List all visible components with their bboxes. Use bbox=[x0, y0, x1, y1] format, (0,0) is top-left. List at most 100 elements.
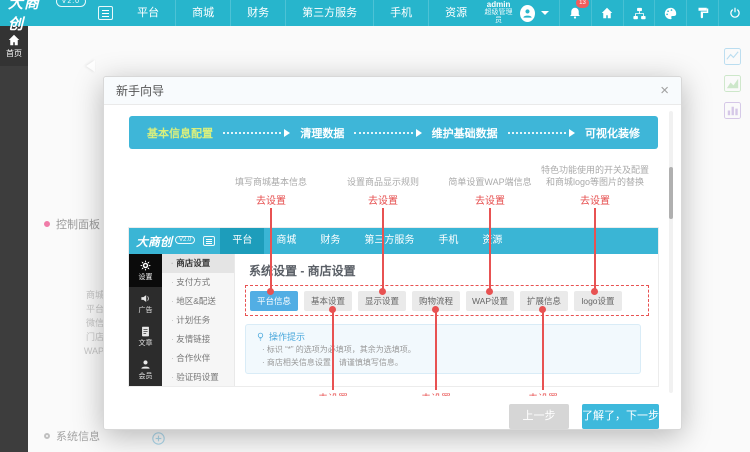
app-logo-text: 大商创 bbox=[8, 0, 46, 34]
system-info-title: 系统信息 bbox=[56, 428, 100, 444]
goto-settings-link[interactable]: 去设置 bbox=[475, 192, 505, 207]
mini-icon-nav: 设置 广告 文章 会员 bbox=[129, 254, 162, 386]
mini-nav-label: 会员 bbox=[139, 371, 153, 381]
chevron-down-icon[interactable] bbox=[541, 11, 549, 15]
user-role: 超级管理员 bbox=[483, 9, 514, 25]
mini-menu-mobile: 手机 bbox=[426, 228, 470, 254]
menu-item-mall[interactable]: 商城 bbox=[175, 0, 230, 26]
mini-nav-members: 会员 bbox=[129, 353, 162, 386]
tip-title: 操作提示 bbox=[269, 330, 305, 343]
paint-brush-icon bbox=[697, 7, 709, 19]
faint-item: 微信 bbox=[56, 316, 104, 330]
newbie-wizard-modal: 新手向导 × 基本信息配置 清理数据 维护基础数据 可视化装修 填写商城基本信息… bbox=[103, 76, 682, 430]
background-chart-icons bbox=[724, 48, 741, 119]
add-widget-button bbox=[152, 432, 165, 450]
mini-menu-toggle-icon bbox=[203, 236, 215, 246]
mini-side-item: 商店设置 bbox=[162, 254, 234, 273]
logout-button[interactable] bbox=[718, 0, 750, 26]
mini-page-title: 系统设置 - 商店设置 bbox=[249, 262, 356, 279]
theme-button[interactable] bbox=[654, 0, 686, 26]
home-button[interactable] bbox=[591, 0, 623, 26]
document-icon bbox=[140, 326, 151, 337]
step-clean-data: 清理数据 bbox=[300, 125, 344, 141]
main-topbar: 大商创 ® V2.0 平台 商城 财务 第三方服务 手机 资源 admin 超级… bbox=[0, 0, 750, 26]
power-icon bbox=[729, 7, 741, 19]
speaker-icon bbox=[140, 293, 151, 304]
panel-dot-icon bbox=[44, 221, 50, 227]
sidebar-item-label: 首页 bbox=[6, 48, 22, 59]
line-chart-icon bbox=[724, 48, 741, 65]
background-faint-list: 商城 平台 微信 门店 WAP bbox=[56, 288, 104, 358]
notifications-button[interactable]: 13 bbox=[559, 0, 591, 26]
screen: 大商创 ® V2.0 平台 商城 财务 第三方服务 手机 资源 admin 超级… bbox=[0, 0, 750, 452]
mini-menu-finance: 财务 bbox=[308, 228, 352, 254]
gear-icon bbox=[140, 260, 151, 271]
clipped-goto-link: 去设置 bbox=[421, 390, 451, 396]
mini-side-item: 支付方式 bbox=[162, 273, 234, 292]
area-chart-icon bbox=[724, 75, 741, 92]
mini-nav-articles: 文章 bbox=[129, 320, 162, 353]
app-logo[interactable]: 大商创 ® V2.0 bbox=[8, 0, 86, 34]
decorate-button[interactable] bbox=[686, 0, 718, 26]
menu-item-thirdparty[interactable]: 第三方服务 bbox=[285, 0, 373, 26]
user-name: admin bbox=[483, 1, 514, 9]
bell-icon bbox=[569, 7, 581, 19]
menu-toggle-icon[interactable] bbox=[98, 6, 113, 20]
mini-menu-resource: 资源 bbox=[470, 228, 514, 254]
guide-line bbox=[435, 310, 437, 390]
wizard-steps-banner: 基本信息配置 清理数据 维护基础数据 可视化装修 bbox=[129, 116, 658, 149]
step-visual-decorate: 可视化装修 bbox=[585, 125, 640, 141]
goto-settings-link[interactable]: 去设置 bbox=[256, 192, 286, 207]
guide-line bbox=[594, 208, 596, 292]
avatar[interactable] bbox=[520, 5, 535, 22]
menu-item-mobile[interactable]: 手机 bbox=[373, 0, 428, 26]
active-nav-notch bbox=[86, 60, 95, 72]
modal-header: 新手向导 × bbox=[104, 77, 681, 105]
next-step-button[interactable]: 了解了，下一步 bbox=[582, 404, 659, 429]
mini-main-menu: 平台 商城 财务 第三方服务 手机 资源 bbox=[220, 228, 514, 254]
menu-item-resource[interactable]: 资源 bbox=[428, 0, 483, 26]
mini-logo: 大商创 V2.0 bbox=[136, 233, 195, 250]
tip-text: 商店相关信息设置，请谨慎填写信息。 bbox=[256, 356, 630, 369]
guide-dot bbox=[329, 306, 336, 313]
mini-nav-settings: 设置 bbox=[129, 254, 162, 287]
close-icon[interactable]: × bbox=[660, 83, 669, 98]
tip-text: 标识 “*” 的选项为必填项，其余为选填项。 bbox=[256, 343, 630, 356]
modal-title: 新手向导 bbox=[116, 82, 660, 99]
guide-dot bbox=[591, 288, 598, 295]
menu-item-finance[interactable]: 财务 bbox=[230, 0, 285, 26]
goto-settings-link[interactable]: 去设置 bbox=[368, 192, 398, 207]
annotation-logo-settings: 特色功能使用的开关及配置 和商城logo等图片的替换 去设置 bbox=[513, 164, 678, 209]
guide-line bbox=[489, 208, 491, 292]
notification-count-badge: 13 bbox=[576, 0, 589, 8]
clipped-goto-link: 去设置 bbox=[528, 390, 558, 396]
guide-dot bbox=[267, 288, 274, 295]
guide-line bbox=[332, 310, 334, 390]
mini-side-item: 计划任务 bbox=[162, 311, 234, 330]
faint-item: 商城 bbox=[56, 288, 104, 302]
prev-step-button[interactable]: 上一步 bbox=[509, 404, 569, 429]
mini-side-item: 地区&配送 bbox=[162, 292, 234, 311]
annotation-text: 和商城logo等图片的替换 bbox=[513, 176, 678, 188]
faint-item: 平台 bbox=[56, 302, 104, 316]
user-info: admin 超级管理员 bbox=[483, 1, 514, 25]
version-badge: V2.0 bbox=[56, 0, 86, 7]
home-icon bbox=[8, 34, 20, 46]
mini-version-badge: V2.0 bbox=[175, 236, 195, 244]
home-icon bbox=[601, 7, 613, 19]
mini-nav-label: 文章 bbox=[139, 338, 153, 348]
panel-title: 控制面板 bbox=[56, 216, 100, 232]
guide-line bbox=[542, 310, 544, 390]
faint-item: 门店 bbox=[56, 330, 104, 344]
sitemap-button[interactable] bbox=[623, 0, 655, 26]
lightbulb-icon bbox=[256, 332, 265, 341]
ring-icon bbox=[44, 433, 50, 439]
menu-item-platform[interactable]: 平台 bbox=[121, 0, 175, 26]
mini-body: 设置 广告 文章 会员 商店设置 bbox=[129, 254, 658, 386]
mini-topbar: 大商创 V2.0 平台 商城 财务 第三方服务 手机 资源 bbox=[129, 228, 658, 254]
mini-nav-ads: 广告 bbox=[129, 287, 162, 320]
guide-line bbox=[382, 208, 384, 292]
person-icon bbox=[522, 8, 533, 19]
mini-side-item: 合作伙伴 bbox=[162, 349, 234, 368]
goto-settings-link[interactable]: 去设置 bbox=[580, 192, 610, 207]
